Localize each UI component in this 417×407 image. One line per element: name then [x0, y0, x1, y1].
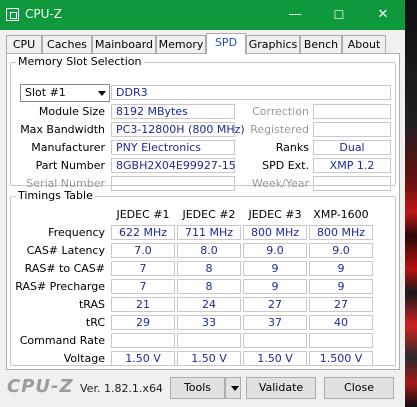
cpuz-app-icon — [6, 8, 19, 21]
correction-field — [313, 104, 391, 119]
timings-table-group: Timings Table JEDEC #1 JEDEC #2 JEDEC #3… — [10, 190, 396, 366]
correction-label: Correction — [252, 105, 309, 118]
timings-table-title: Timings Table — [16, 189, 95, 202]
timings-cell: 29 — [111, 315, 175, 330]
week-year-field — [313, 176, 391, 191]
part-number-label: Part Number — [35, 159, 105, 172]
registered-field — [313, 122, 391, 137]
slot-select-value: Slot #1 — [25, 86, 66, 99]
spd-ext-label: SPD Ext. — [262, 159, 309, 172]
timings-cell: 40 — [309, 315, 373, 330]
ranks-field: Dual — [313, 140, 391, 155]
timings-row-label: CAS# Latency — [26, 244, 105, 257]
timings-cell: 21 — [111, 297, 175, 312]
cpuz-logo: CPU-Z — [7, 376, 74, 397]
timings-cell: 9 — [309, 261, 373, 276]
registered-label: Registered — [250, 123, 309, 136]
part-number-field: 8GBH2X04E99927-15 — [111, 158, 236, 173]
timings-cell: 8.0 — [177, 243, 241, 258]
close-button[interactable]: Close — [324, 377, 394, 399]
timings-cell: 1.50 V — [111, 351, 175, 366]
ranks-label: Ranks — [275, 141, 309, 154]
timings-cell: 800 MHz — [309, 225, 373, 240]
tab-bench[interactable]: Bench — [300, 35, 342, 53]
timings-cell: 7 — [111, 279, 175, 294]
timings-cell: 9 — [243, 279, 307, 294]
slot-select[interactable]: Slot #1 — [20, 84, 110, 102]
timings-cell: 8 — [177, 279, 241, 294]
timings-cell: 622 MHz — [111, 225, 175, 240]
timings-row-label: tRC — [85, 316, 105, 329]
tab-graphics[interactable]: Graphics — [246, 35, 300, 53]
cpuz-window: CPU-Z — ☐ ✕ CPU Caches Mainboard Memory … — [0, 0, 405, 407]
timings-cell — [309, 333, 373, 348]
memory-type-field: DDR3 — [111, 85, 391, 100]
tools-button[interactable]: Tools — [170, 377, 225, 399]
timings-cell: 1.500 V — [309, 351, 373, 366]
timings-row-label: RAS# to CAS# — [24, 262, 105, 275]
week-year-label: Week/Year — [251, 177, 309, 190]
timings-col-header: JEDEC #2 — [182, 208, 236, 221]
footer-bar: CPU-Z Ver. 1.82.1.x64 Tools Validate Clo… — [0, 372, 405, 407]
timings-cell: 9 — [309, 279, 373, 294]
close-window-button[interactable]: ✕ — [361, 0, 405, 30]
timings-cell: 37 — [243, 315, 307, 330]
version-label: Ver. 1.82.1.x64 — [80, 382, 163, 395]
tab-caches[interactable]: Caches — [42, 35, 92, 53]
timings-cell — [111, 333, 175, 348]
desktop-background — [405, 0, 417, 407]
timings-cell — [243, 333, 307, 348]
timings-cell: 9.0 — [243, 243, 307, 258]
timings-cell: 7.0 — [111, 243, 175, 258]
timings-col-header: JEDEC #1 — [116, 208, 170, 221]
timings-cell: 9.0 — [309, 243, 373, 258]
max-bandwidth-field: PC3-12800H (800 MHz) — [111, 122, 245, 137]
timings-cell: 8 — [177, 261, 241, 276]
timings-cell: 1.50 V — [177, 351, 241, 366]
tab-spd[interactable]: SPD — [206, 33, 246, 54]
timings-cell: 27 — [309, 297, 373, 312]
timings-col-header: JEDEC #3 — [248, 208, 302, 221]
timings-col-header: XMP-1600 — [313, 208, 369, 221]
chevron-down-icon[interactable] — [98, 91, 106, 96]
tab-about[interactable]: About — [342, 35, 386, 53]
timings-cell — [177, 333, 241, 348]
manufacturer-label: Manufacturer — [31, 141, 105, 154]
timings-cell: 24 — [177, 297, 241, 312]
timings-cell: 27 — [243, 297, 307, 312]
window-title: CPU-Z — [25, 7, 62, 21]
memory-slot-group-title: Memory Slot Selection — [16, 55, 144, 68]
timings-cell: 1.50 V — [243, 351, 307, 366]
memory-slot-group: Memory Slot Selection Slot #1 DDR3 Modul… — [10, 56, 396, 191]
tools-dropdown-button[interactable] — [225, 377, 241, 399]
tab-memory[interactable]: Memory — [156, 35, 206, 53]
timings-cell: 7 — [111, 261, 175, 276]
timings-row-label: Frequency — [48, 226, 105, 239]
tab-cpu[interactable]: CPU — [6, 35, 42, 53]
maximize-button[interactable]: ☐ — [317, 0, 361, 30]
validate-button[interactable]: Validate — [246, 377, 316, 399]
timings-cell: 800 MHz — [243, 225, 307, 240]
timings-row-label: tRAS — [78, 298, 105, 311]
module-size-field: 8192 MBytes — [111, 104, 235, 119]
max-bandwidth-label: Max Bandwidth — [20, 123, 105, 136]
chevron-down-icon — [231, 386, 239, 391]
serial-number-field — [111, 176, 235, 191]
minimize-button[interactable]: — — [273, 0, 317, 30]
timings-row-label: RAS# Precharge — [15, 280, 105, 293]
timings-cell: 711 MHz — [177, 225, 241, 240]
tab-mainboard[interactable]: Mainboard — [92, 35, 156, 53]
title-bar[interactable]: CPU-Z — ☐ ✕ — [0, 0, 405, 30]
timings-cell: 33 — [177, 315, 241, 330]
module-size-label: Module Size — [38, 105, 105, 118]
timings-cell: 9 — [243, 261, 307, 276]
spd-panel: Memory Slot Selection Slot #1 DDR3 Modul… — [6, 53, 400, 370]
timings-row-label: Command Rate — [19, 334, 105, 347]
manufacturer-field: PNY Electronics — [111, 140, 235, 155]
spd-ext-field: XMP 1.2 — [313, 158, 391, 173]
timings-row-label: Voltage — [63, 352, 105, 365]
